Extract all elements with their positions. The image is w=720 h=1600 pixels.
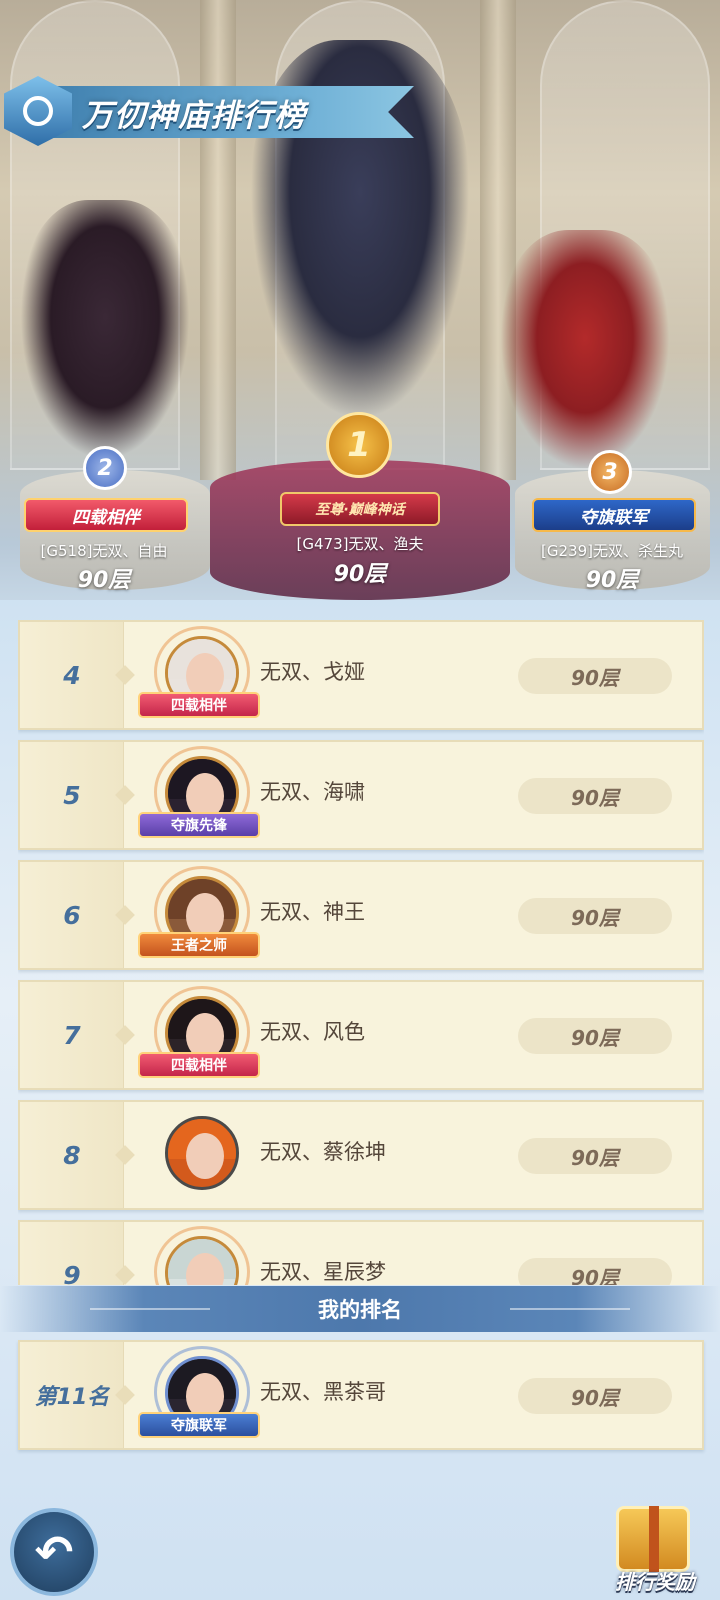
floor-pill: 90层: [518, 898, 672, 934]
player-name: 无双、蔡徐坤: [260, 1140, 386, 1164]
rank-1-name: [G473]无双、渔夫: [296, 535, 424, 553]
rank-2-floor: 90层: [77, 568, 131, 593]
rank-2-medal: 2: [83, 446, 127, 490]
podium-third-character[interactable]: [500, 230, 670, 470]
floor-pill: 90层: [518, 658, 672, 694]
rank-3-medal: 3: [588, 450, 632, 494]
ranking-reward-label: 排行奖励: [615, 1570, 695, 1594]
temple-column: [200, 0, 236, 480]
undo-arrow-icon: ↶: [34, 1525, 74, 1579]
ranking-row[interactable]: 6 王者之师 无双、神王 90层: [18, 860, 704, 970]
rank-number: 6: [63, 900, 81, 930]
floor-pill: 90层: [518, 778, 672, 814]
rank-2-name: [G518]无双、自由: [40, 542, 168, 560]
player-name: 无双、戈娅: [260, 660, 365, 684]
ranking-list[interactable]: 4 四载相伴 无双、戈娅 90层 5 夺旗先锋 无双、海啸 90层 6 王者之师…: [18, 620, 704, 1285]
rank-3-title-badge: 夺旗联军: [532, 498, 696, 532]
player-name: 无双、黑茶哥: [260, 1380, 386, 1404]
avatar-frame-badge: 王者之师: [138, 932, 260, 958]
player-name: 无双、风色: [260, 1020, 365, 1044]
avatar-frame-badge: 四载相伴: [138, 1052, 260, 1078]
ranking-row[interactable]: 5 夺旗先锋 无双、海啸 90层: [18, 740, 704, 850]
rank-number: 4: [63, 660, 81, 690]
back-button[interactable]: ↶: [10, 1508, 98, 1596]
player-name: 无双、海啸: [260, 780, 365, 804]
floor-pill: 90层: [518, 1258, 672, 1285]
rank-3-name: [G239]无双、杀生丸: [541, 542, 683, 560]
avatar[interactable]: [165, 1236, 239, 1285]
my-rank-number: 第11名: [34, 1385, 110, 1410]
my-rank-card[interactable]: 第11名 夺旗联军 无双、黑茶哥 90层: [18, 1340, 704, 1450]
my-rank-label: 我的排名: [318, 1298, 402, 1322]
podium-second-character[interactable]: [20, 200, 190, 460]
my-rank-divider: 我的排名: [0, 1286, 720, 1332]
rank-1-floor: 90层: [333, 562, 387, 587]
my-rank-row[interactable]: 第11名 夺旗联军 无双、黑茶哥 90层: [18, 1340, 704, 1450]
rank-number: 5: [63, 780, 81, 810]
floor-pill: 90层: [518, 1378, 672, 1414]
avatar[interactable]: [165, 1116, 239, 1190]
rank-1-medal: 1: [326, 412, 392, 478]
rank-number: 8: [63, 1140, 81, 1170]
rank-2-title-badge: 四载相伴: [24, 498, 188, 532]
avatar-frame-badge: 夺旗联军: [138, 1412, 260, 1438]
ranking-row[interactable]: 8 无双、蔡徐坤 90层: [18, 1100, 704, 1210]
title-banner: 万仞神庙排行榜: [4, 76, 424, 146]
avatar-frame-badge: 夺旗先锋: [138, 812, 260, 838]
page-title: 万仞神庙排行榜: [82, 98, 306, 134]
player-name: 无双、星辰梦: [260, 1260, 386, 1284]
avatar-frame-badge: 四载相伴: [138, 692, 260, 718]
rank-3-floor: 90层: [585, 568, 639, 593]
floor-pill: 90层: [518, 1138, 672, 1174]
rank-number: 7: [63, 1020, 81, 1050]
ranking-row[interactable]: 7 四载相伴 无双、风色 90层: [18, 980, 704, 1090]
floor-pill: 90层: [518, 1018, 672, 1054]
rank-number: 9: [63, 1260, 81, 1286]
ranking-row[interactable]: 9 无双、星辰梦 90层: [18, 1220, 704, 1285]
ranking-row[interactable]: 4 四载相伴 无双、戈娅 90层: [18, 620, 704, 730]
rank-1-title-badge: 至尊·巅峰神话: [280, 492, 440, 526]
ranking-reward-button[interactable]: 排行奖励: [600, 1500, 710, 1600]
gift-box-icon: [616, 1506, 690, 1572]
leaderboard-screen: 万仞神庙排行榜 1 2 3 至尊·巅峰神话 四载相伴 夺旗联军 [G473]无双…: [0, 0, 720, 1600]
player-name: 无双、神王: [260, 900, 365, 924]
